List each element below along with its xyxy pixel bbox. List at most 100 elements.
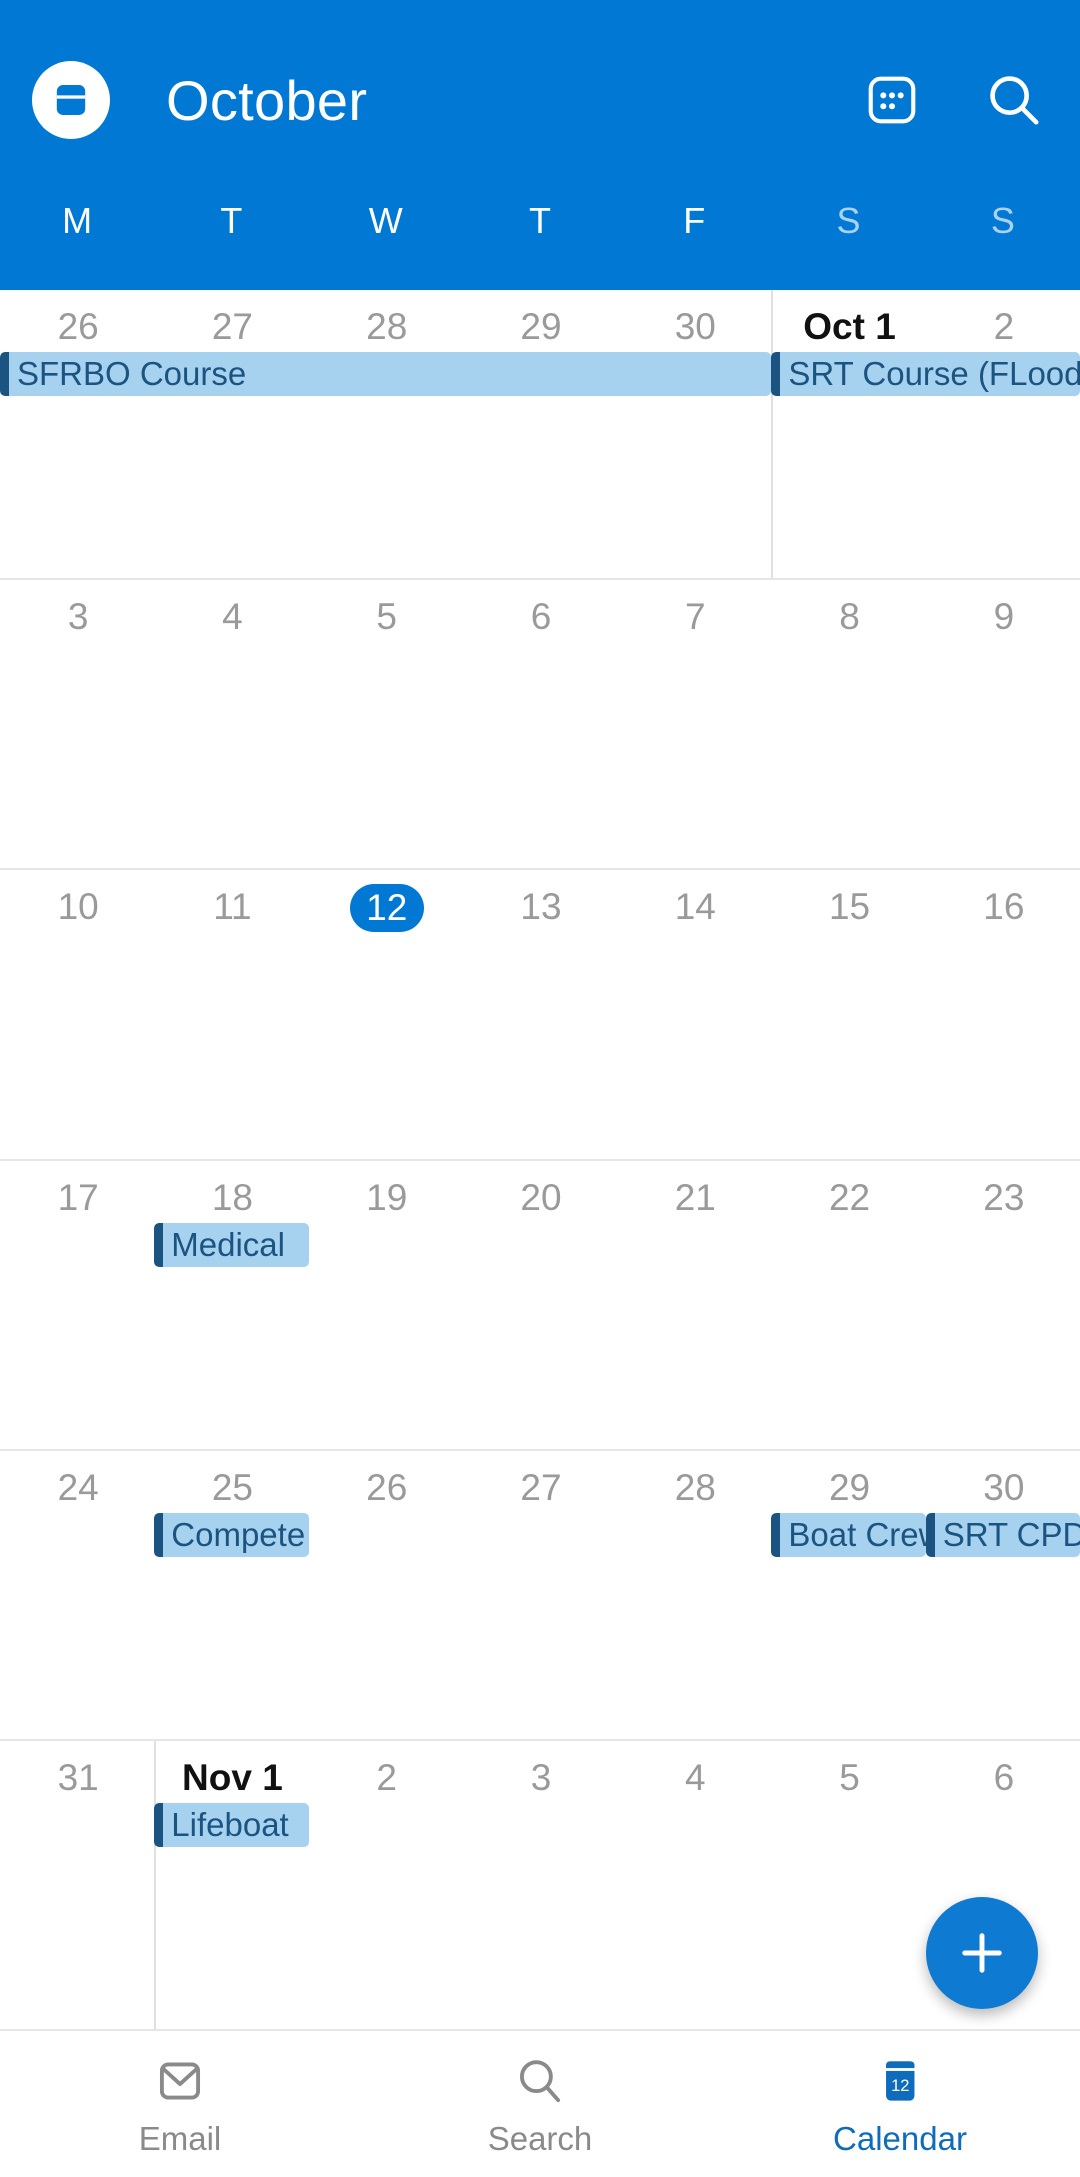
day-cell[interactable]: Oct 1: [771, 290, 925, 579]
day-cell[interactable]: 5: [771, 1741, 925, 2029]
svg-text:12: 12: [891, 2076, 909, 2095]
day-cell[interactable]: 23: [926, 1161, 1080, 1449]
day-cell[interactable]: 16: [926, 870, 1080, 1158]
weekday-label-sat: S: [836, 200, 861, 241]
day-cell[interactable]: 10: [0, 870, 154, 1158]
day-cell[interactable]: 30: [926, 1451, 1080, 1739]
calendar-event[interactable]: Boat Crew: [771, 1512, 926, 1557]
calendar-event[interactable]: SRT CPD: [925, 1512, 1080, 1557]
calendar-event[interactable]: Compete: [154, 1512, 309, 1557]
day-number: 29: [828, 1466, 871, 1508]
day-cell[interactable]: 9: [926, 580, 1080, 868]
day-cell[interactable]: 20: [463, 1161, 617, 1449]
day-cell[interactable]: 4: [617, 1741, 771, 2029]
day-cell[interactable]: 8: [771, 580, 925, 868]
day-cell[interactable]: 2: [309, 1741, 463, 2029]
day-cell[interactable]: 4: [154, 580, 308, 868]
search-icon[interactable]: [982, 68, 1046, 132]
day-cell[interactable]: Nov 1: [154, 1740, 308, 2029]
day-cell[interactable]: 13: [463, 870, 617, 1158]
outlook-calendar-logo-icon[interactable]: [32, 61, 110, 139]
day-cell[interactable]: 27: [154, 290, 308, 578]
day-cell[interactable]: 6: [463, 580, 617, 868]
day-number: 28: [674, 1466, 716, 1508]
day-cell[interactable]: 25: [154, 1451, 308, 1739]
day-number: 4: [684, 1756, 706, 1798]
day-cell[interactable]: 28: [617, 1451, 771, 1739]
day-number: 23: [983, 1176, 1025, 1218]
weekday-label-fri: F: [683, 200, 706, 241]
day-number: 4: [222, 596, 243, 638]
calendar-icon: 12: [886, 2061, 915, 2101]
day-number: 15: [828, 886, 871, 928]
event-title: Compete: [171, 1515, 306, 1553]
month-grid: 26 27 28 29 30 Oct 1 2 SFRBO Course SRT Course (…: [0, 290, 1080, 2029]
calendar-event[interactable]: Medical: [154, 1222, 309, 1267]
day-number: 6: [530, 596, 552, 638]
header-toolbar: October: [0, 0, 1080, 200]
day-number: 2: [993, 306, 1015, 347]
calendar-app: October M T W T F S S 26 27 28 29 30 Oct…: [0, 0, 1080, 2177]
nav-item-calendar[interactable]: 12 Calendar: [720, 2050, 1080, 2158]
event-accent-bar: [925, 1512, 935, 1557]
calendar-event[interactable]: SFRBO Course: [0, 352, 772, 396]
day-cell[interactable]: 7: [617, 580, 771, 868]
day-number: 7: [684, 596, 706, 638]
event-accent-bar: [771, 352, 781, 396]
day-cell[interactable]: 2: [926, 290, 1080, 578]
day-cell[interactable]: 31: [0, 1741, 154, 2029]
day-cell[interactable]: 15: [771, 870, 925, 1158]
day-cell[interactable]: 27: [463, 1451, 617, 1739]
day-cell[interactable]: 30: [617, 290, 771, 578]
day-cell[interactable]: 14: [617, 870, 771, 1158]
day-cell[interactable]: 11: [154, 870, 308, 1158]
calendar-event[interactable]: Lifeboat: [154, 1802, 309, 1847]
nav-item-email[interactable]: Email: [0, 2050, 360, 2158]
page-title: October: [166, 68, 368, 132]
day-number: 27: [211, 306, 253, 347]
day-cell[interactable]: 19: [309, 1161, 463, 1449]
week-row: 26 27 28 29 30 Oct 1 2 SFRBO Course SRT Course (…: [0, 290, 1080, 579]
add-event-button[interactable]: [926, 1897, 1038, 2009]
bottom-navigation: Email Search 12 Calendar: [0, 2029, 1080, 2177]
day-cell[interactable]: 29: [463, 290, 617, 578]
day-number: 17: [57, 1176, 99, 1218]
apps-grid-icon[interactable]: [860, 68, 924, 132]
calendar-event[interactable]: SRT Course (FLood): [771, 352, 1080, 396]
event-title: SRT Course (FLood): [788, 355, 1080, 392]
day-cell[interactable]: 26: [0, 290, 154, 578]
weekday-header-row: M T W T F S S: [0, 200, 1080, 286]
day-number: 22: [828, 1176, 871, 1218]
day-number: 30: [674, 306, 716, 347]
day-cell[interactable]: 12: [309, 870, 463, 1158]
day-cell[interactable]: 21: [617, 1161, 771, 1449]
event-title: Medical: [171, 1225, 285, 1263]
plus-icon: [962, 1933, 1002, 1973]
header-actions: [860, 68, 1046, 132]
day-cell[interactable]: 17: [0, 1161, 154, 1449]
day-cell[interactable]: 5: [309, 580, 463, 868]
day-number: 26: [366, 1466, 408, 1508]
nav-item-search[interactable]: Search: [360, 2050, 720, 2158]
envelope-icon: [159, 2062, 201, 2100]
day-cell[interactable]: 26: [309, 1451, 463, 1739]
day-number: 31: [57, 1756, 99, 1798]
day-number: 20: [520, 1176, 562, 1218]
day-cell[interactable]: 3: [0, 580, 154, 868]
day-number: 30: [983, 1466, 1025, 1508]
day-number: 21: [674, 1176, 716, 1218]
day-number: Oct 1: [803, 306, 896, 347]
day-cell[interactable]: 3: [463, 1741, 617, 2029]
day-number: 12: [349, 884, 424, 933]
day-cell[interactable]: 22: [771, 1161, 925, 1449]
week-row: 17 18 19 20 21 22 23 Medical: [0, 1158, 1080, 1449]
day-cell[interactable]: 29: [771, 1451, 925, 1739]
weekday-label-wed: W: [368, 200, 403, 241]
day-cell[interactable]: 24: [0, 1451, 154, 1739]
day-number: 19: [366, 1176, 408, 1218]
day-cell[interactable]: 18: [154, 1161, 308, 1449]
event-title: Boat Crew: [788, 1515, 925, 1553]
day-number: 26: [57, 306, 99, 347]
day-cell[interactable]: 28: [309, 290, 463, 578]
day-number: 18: [211, 1176, 253, 1218]
